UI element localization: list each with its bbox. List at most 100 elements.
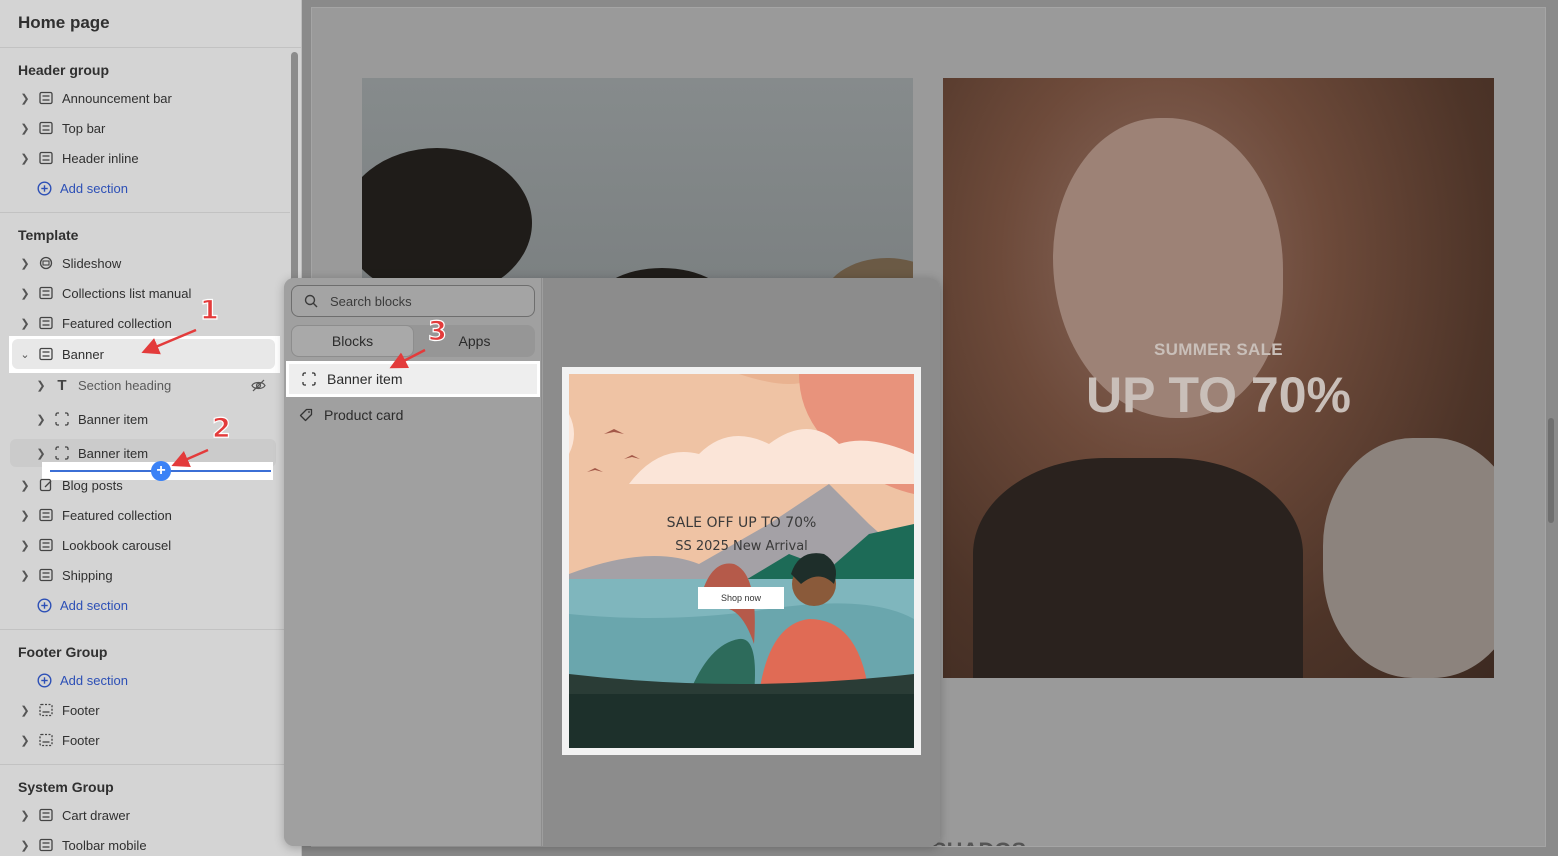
section-icon <box>38 285 54 301</box>
group-title-template: Template <box>18 227 79 243</box>
tab-blocks[interactable]: Blocks <box>291 325 414 357</box>
section-label: Blog posts <box>62 477 123 493</box>
text-icon: T <box>57 376 67 394</box>
blog-icon <box>38 477 54 493</box>
section-icon <box>38 567 54 583</box>
section-label: Shipping <box>62 567 113 583</box>
block-icon <box>54 445 70 461</box>
add-section-label: Add section <box>60 180 128 196</box>
chevron-right-icon[interactable]: ❯ <box>18 92 32 105</box>
chevron-right-icon[interactable]: ❯ <box>18 257 32 270</box>
section-label: Toolbar mobile <box>62 837 147 853</box>
section-banner[interactable]: ⌄ Banner <box>12 339 275 369</box>
chevron-right-icon[interactable]: ❯ <box>18 122 32 135</box>
add-section-label: Add section <box>60 672 128 688</box>
section-icon <box>38 507 54 523</box>
section-icon <box>38 807 54 823</box>
chevron-right-icon[interactable]: ❯ <box>18 509 32 522</box>
group-title-system: System Group <box>18 779 114 795</box>
chevron-right-icon[interactable]: ❯ <box>18 479 32 492</box>
plus-circle-icon <box>36 180 52 196</box>
picker-list-panel: Search blocks Blocks Apps Banner item Pr… <box>284 278 542 846</box>
section-icon <box>38 346 54 362</box>
block-option-product-card[interactable]: Product card <box>286 397 540 433</box>
add-section-button-template[interactable]: Add section <box>0 591 266 619</box>
block-option-banner-item[interactable]: Banner item <box>286 361 540 397</box>
chevron-right-icon[interactable]: ❯ <box>34 379 48 392</box>
block-preview-illustration: SALE OFF UP TO 70% SS 2025 New Arrival S… <box>569 374 914 748</box>
section-icon <box>38 120 54 136</box>
annotation-number-3: 3 <box>427 315 447 347</box>
block-icon <box>301 371 317 387</box>
section-icon <box>38 837 54 853</box>
chevron-right-icon[interactable]: ❯ <box>18 734 32 747</box>
picker-tabs: Blocks Apps <box>291 325 535 357</box>
group-title-header: Header group <box>18 62 110 78</box>
block-label: Section heading <box>78 377 172 393</box>
illustration-shop-button: Shop now <box>698 587 784 609</box>
chevron-right-icon[interactable]: ❯ <box>34 447 48 460</box>
chevron-right-icon[interactable]: ❯ <box>18 569 32 582</box>
section-footer[interactable]: ❯ Footer <box>10 696 276 724</box>
section-label: Slideshow <box>62 255 122 271</box>
block-label: Banner item <box>78 445 149 461</box>
search-blocks-input[interactable]: Search blocks <box>291 285 535 317</box>
illustration-sale-text: SALE OFF UP TO 70% <box>666 515 817 531</box>
chevron-right-icon[interactable]: ❯ <box>18 287 32 300</box>
chevron-right-icon[interactable]: ❯ <box>18 704 32 717</box>
section-label: Header inline <box>62 150 139 166</box>
plus-circle-icon <box>36 672 52 688</box>
section-lookbook-carousel[interactable]: ❯ Lookbook carousel <box>10 531 276 559</box>
section-label: Announcement bar <box>62 90 172 106</box>
section-announcement-bar[interactable]: ❯ Announcement bar <box>10 84 276 112</box>
section-collections-list-manual[interactable]: ❯ Collections list manual <box>10 279 276 307</box>
block-label: Banner item <box>78 411 149 427</box>
chevron-down-icon[interactable]: ⌄ <box>18 348 32 361</box>
preview-scrollbar[interactable] <box>1548 418 1554 523</box>
section-toolbar-mobile[interactable]: ❯ Toolbar mobile <box>10 831 276 856</box>
section-featured-collection[interactable]: ❯ Featured collection <box>10 501 276 529</box>
section-label: Footer <box>62 732 100 748</box>
slideshow-icon <box>38 255 54 271</box>
chevron-right-icon[interactable]: ❯ <box>18 317 32 330</box>
chevron-right-icon[interactable]: ❯ <box>18 539 32 552</box>
chevron-right-icon[interactable]: ❯ <box>18 152 32 165</box>
add-section-label: Add section <box>60 597 128 613</box>
search-placeholder: Search blocks <box>330 293 412 309</box>
section-header-inline[interactable]: ❯ Header inline <box>10 144 276 172</box>
block-option-label: Banner item <box>327 371 403 387</box>
section-label: Lookbook carousel <box>62 537 172 553</box>
section-heading-partial: SHADOS <box>932 838 1026 846</box>
section-icon <box>38 150 54 166</box>
section-cart-drawer[interactable]: ❯ Cart drawer <box>10 801 276 829</box>
eye-hidden-icon[interactable] <box>251 379 266 392</box>
section-label: Footer <box>62 702 100 718</box>
divider <box>0 629 290 630</box>
section-footer[interactable]: ❯ Footer <box>10 726 276 754</box>
section-featured-collection[interactable]: ❯ Featured collection <box>10 309 276 337</box>
annotation-number-1: 1 <box>199 294 219 326</box>
section-blog-posts[interactable]: ❯ Blog posts <box>10 471 276 499</box>
chevron-right-icon[interactable]: ❯ <box>18 839 32 852</box>
illustration-svg <box>569 374 914 748</box>
group-title-footer: Footer Group <box>18 644 108 660</box>
chevron-right-icon[interactable]: ❯ <box>34 413 48 426</box>
section-icon <box>38 537 54 553</box>
tag-icon <box>298 407 314 423</box>
section-label: Top bar <box>62 120 106 136</box>
section-label: Featured collection <box>62 507 172 523</box>
add-section-button-footer[interactable]: Add section <box>0 666 266 694</box>
block-banner-item[interactable]: ❯ Banner item <box>10 405 276 433</box>
section-label: Banner <box>62 346 104 362</box>
section-slideshow[interactable]: ❯ Slideshow <box>10 249 276 277</box>
section-top-bar[interactable]: ❯ Top bar <box>10 114 276 142</box>
divider <box>0 764 290 765</box>
add-section-button-header[interactable]: Add section <box>0 174 266 202</box>
banner-subheading: SUMMER SALE <box>1154 340 1283 359</box>
block-section-heading[interactable]: ❯ T Section heading <box>10 371 276 399</box>
banner-image-right[interactable]: SUMMER SALE UP TO 70% <box>943 78 1494 678</box>
section-shipping[interactable]: ❯ Shipping <box>10 561 276 589</box>
section-label: Featured collection <box>62 315 172 331</box>
banner-heading: UP TO 70% <box>1086 367 1351 423</box>
chevron-right-icon[interactable]: ❯ <box>18 809 32 822</box>
